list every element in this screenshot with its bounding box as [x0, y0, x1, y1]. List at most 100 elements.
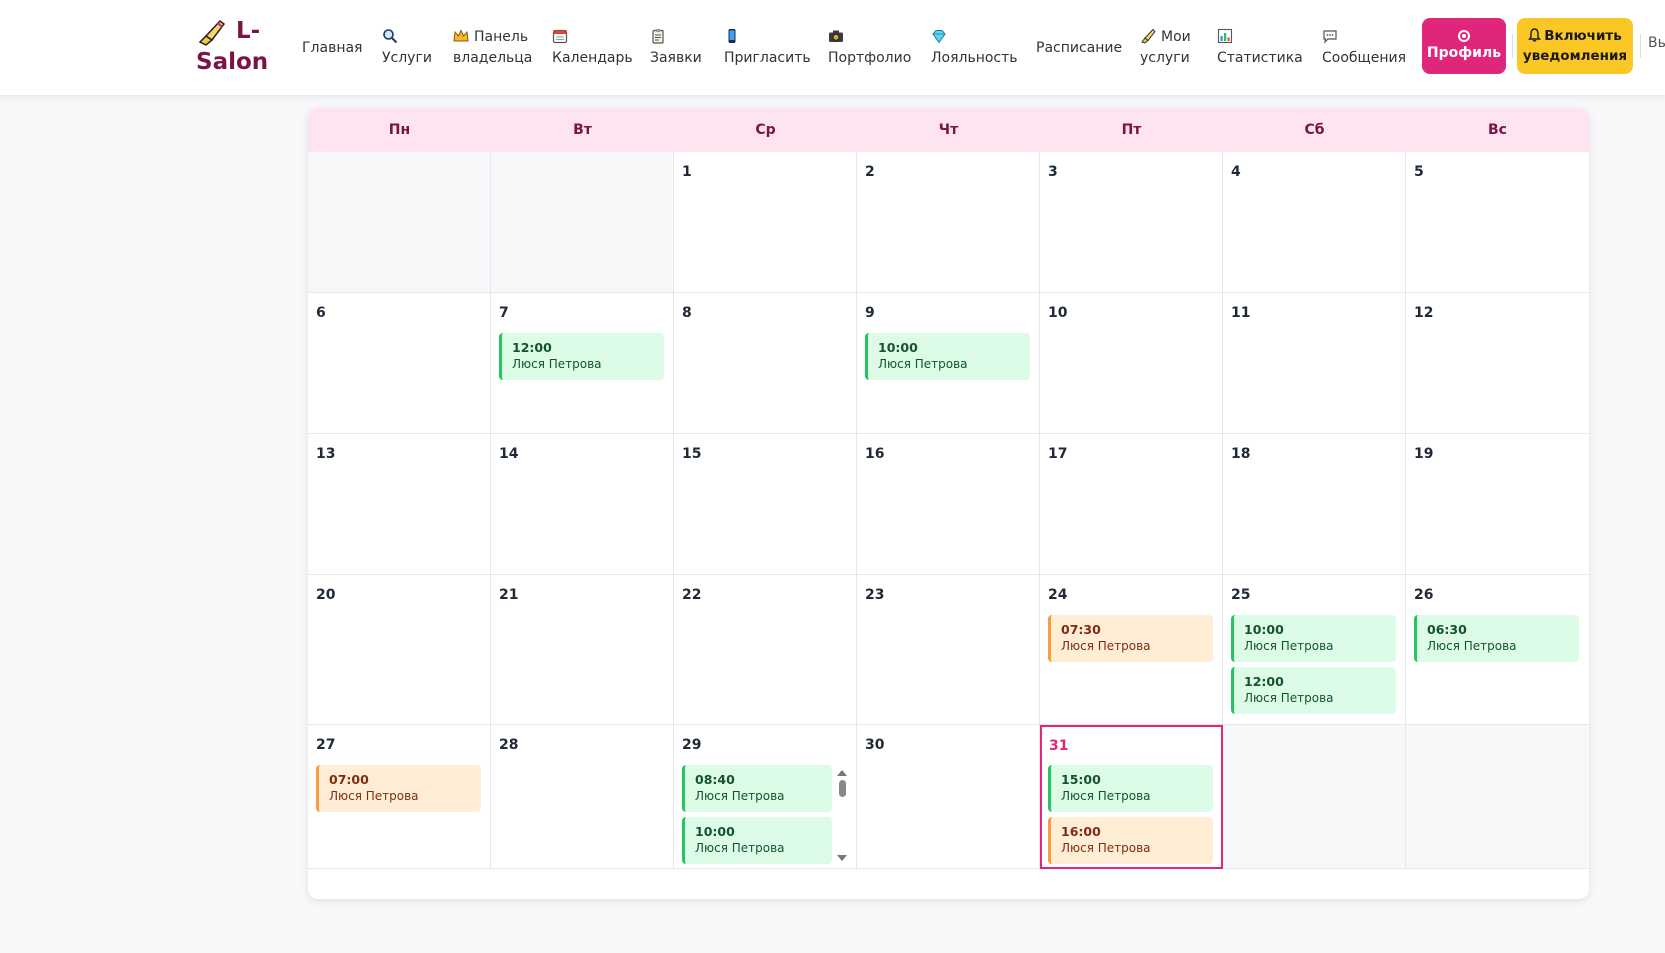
- nav-item-10[interactable]: Статистика: [1217, 18, 1303, 78]
- logo[interactable]: L- Salon: [196, 16, 268, 78]
- day-cell[interactable]: 13: [308, 434, 491, 575]
- appointment-event[interactable]: 12:00 Люся Петрова: [1231, 667, 1396, 714]
- event-time: 08:40: [695, 772, 735, 787]
- profile-button[interactable]: Профиль: [1422, 18, 1506, 74]
- day-cell[interactable]: 24 07:30 Люся Петрова: [1040, 575, 1223, 725]
- divider: [1512, 34, 1513, 58]
- event-time: 12:00: [512, 340, 552, 355]
- event-client-name: Люся Петрова: [1427, 639, 1517, 653]
- day-number: 10: [1048, 305, 1068, 321]
- appointment-event[interactable]: 07:00 Люся Петрова: [316, 765, 481, 812]
- weekday-4: Пт: [1121, 122, 1142, 138]
- day-cell[interactable]: 2: [857, 152, 1040, 293]
- nav-item-1[interactable]: Услуги: [382, 18, 432, 78]
- scroll-up-arrow[interactable]: [837, 770, 847, 776]
- day-cell[interactable]: 6: [308, 293, 491, 434]
- day-cell[interactable]: 23: [857, 575, 1040, 725]
- nav-item-0[interactable]: Главная: [302, 18, 362, 78]
- weekday-2: Ср: [755, 122, 776, 138]
- day-cell[interactable]: 29 08:40 Люся Петрова 10:00 Люся Петрова: [674, 725, 857, 869]
- weekday-3: Чт: [938, 122, 959, 138]
- weekday-5: Сб: [1304, 122, 1325, 138]
- nav-label: Портфолио: [828, 50, 912, 66]
- day-cell[interactable]: 1: [674, 152, 857, 293]
- day-cell[interactable]: 22: [674, 575, 857, 725]
- day-number: 8: [682, 305, 692, 321]
- day-cell[interactable]: 9 10:00 Люся Петрова: [857, 293, 1040, 434]
- day-cell[interactable]: 17: [1040, 434, 1223, 575]
- day-cell[interactable]: 16: [857, 434, 1040, 575]
- nav-item-5[interactable]: Пригласить: [724, 18, 811, 78]
- day-number: 23: [865, 587, 885, 603]
- day-cell[interactable]: 25 10:00 Люся Петрова 12:00 Люся Петрова: [1223, 575, 1406, 725]
- appointment-event[interactable]: 12:00 Люся Петрова: [499, 333, 664, 380]
- appointment-event[interactable]: 16:00 Люся Петрова: [1048, 817, 1213, 864]
- event-client-name: Люся Петрова: [1244, 691, 1334, 705]
- nav-item-6[interactable]: Портфолио: [828, 18, 911, 78]
- enable-notifications-button[interactable]: Включить уведомления: [1517, 18, 1633, 74]
- nav-label: Лояльность: [931, 50, 1018, 66]
- nav-item-2[interactable]: Панель владельца: [453, 18, 532, 78]
- day-number: 21: [499, 587, 519, 603]
- day-cell[interactable]: 20: [308, 575, 491, 725]
- day-number: 5: [1414, 164, 1424, 180]
- day-number: 7: [499, 305, 509, 321]
- day-cell[interactable]: 28: [491, 725, 674, 869]
- day-cell[interactable]: 19: [1406, 434, 1589, 575]
- nav-item-7[interactable]: Лояльность: [931, 18, 1018, 78]
- event-client-name: Люся Петрова: [878, 357, 968, 371]
- weekday-6: Вс: [1488, 122, 1507, 138]
- nav-label: Услуги: [382, 50, 432, 66]
- scrollbar-thumb[interactable]: [838, 780, 846, 797]
- nav-label: Заявки: [650, 50, 702, 66]
- appointment-event[interactable]: 10:00 Люся Петрова: [682, 817, 832, 864]
- notify-line-2: уведомления: [1522, 48, 1628, 64]
- nav-label: Сообщения: [1322, 50, 1407, 66]
- day-number: 28: [499, 737, 519, 753]
- nav-item-11[interactable]: Сообщения: [1322, 18, 1406, 78]
- day-cell[interactable]: 3: [1040, 152, 1223, 293]
- appointment-event[interactable]: 10:00 Люся Петрова: [1231, 615, 1396, 662]
- appointment-event[interactable]: 15:00 Люся Петрова: [1048, 765, 1213, 812]
- event-client-name: Люся Петрова: [329, 789, 419, 803]
- day-number: 29: [682, 737, 702, 753]
- day-cell[interactable]: 21: [491, 575, 674, 725]
- appointment-event[interactable]: 07:30 Люся Петрова: [1048, 615, 1213, 662]
- day-cell[interactable]: 5: [1406, 152, 1589, 293]
- day-number: 22: [682, 587, 702, 603]
- day-cell[interactable]: 8: [674, 293, 857, 434]
- day-cell[interactable]: 12: [1406, 293, 1589, 434]
- nav-item-8[interactable]: Расписание: [1036, 18, 1122, 78]
- nav-label-line2: услуги: [1140, 50, 1190, 66]
- day-cell[interactable]: 11: [1223, 293, 1406, 434]
- camera-icon: [828, 28, 844, 44]
- day-cell[interactable]: 27 07:00 Люся Петрова: [308, 725, 491, 869]
- event-time: 12:00: [1244, 674, 1284, 689]
- day-number: 13: [316, 446, 336, 462]
- appointment-event[interactable]: 06:30 Люся Петрова: [1414, 615, 1579, 662]
- day-cell[interactable]: 18: [1223, 434, 1406, 575]
- exit-link[interactable]: Вы: [1648, 35, 1665, 51]
- day-cell[interactable]: 10: [1040, 293, 1223, 434]
- nav-item-9[interactable]: Мои услуги: [1140, 18, 1191, 78]
- day-number: 1: [682, 164, 692, 180]
- day-cell[interactable]: 26 06:30 Люся Петрова: [1406, 575, 1589, 725]
- notify-line-1: Включить: [1528, 26, 1622, 46]
- appointment-event[interactable]: 10:00 Люся Петрова: [865, 333, 1030, 380]
- nav-item-3[interactable]: Календарь: [552, 18, 633, 78]
- appointment-event[interactable]: 08:40 Люся Петрова: [682, 765, 832, 812]
- day-cell[interactable]: 31 15:00 Люся Петрова 16:00 Люся Петрова: [1040, 725, 1223, 869]
- day-cell[interactable]: 14: [491, 434, 674, 575]
- day-cell[interactable]: 30: [857, 725, 1040, 869]
- day-cell[interactable]: 4: [1223, 152, 1406, 293]
- empty-day-cell: [1223, 725, 1406, 869]
- day-cell[interactable]: 7 12:00 Люся Петрова: [491, 293, 674, 434]
- diamond-icon: [931, 28, 947, 44]
- scroll-down-arrow[interactable]: [837, 855, 847, 861]
- nav-item-4[interactable]: Заявки: [650, 18, 702, 78]
- event-client-name: Люся Петрова: [1244, 639, 1334, 653]
- magnifier-icon: [382, 28, 398, 44]
- chat-icon: [1322, 28, 1338, 44]
- nav-label-line1: Панель: [474, 29, 529, 45]
- day-cell[interactable]: 15: [674, 434, 857, 575]
